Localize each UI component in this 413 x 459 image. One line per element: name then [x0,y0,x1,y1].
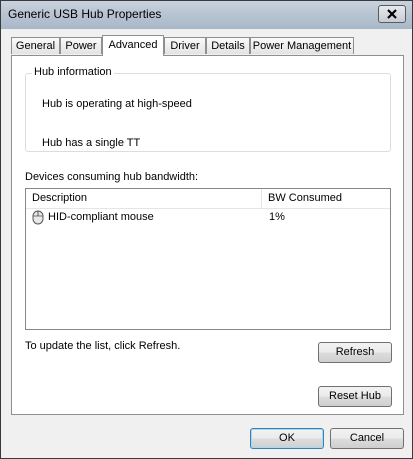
device-description: HID-compliant mouse [48,211,154,223]
tab-details[interactable]: Details [206,37,250,54]
window-title: Generic USB Hub Properties [8,7,162,21]
list-header: Description BW Consumed [26,189,390,209]
close-icon [387,9,397,19]
hub-information-label: Hub information [32,66,114,78]
title-bar[interactable]: Generic USB Hub Properties [1,1,412,29]
tab-power-management[interactable]: Power Management [250,37,354,54]
hub-tt-text: Hub has a single TT [42,137,141,149]
tab-power[interactable]: Power [60,37,102,54]
cancel-button[interactable]: Cancel [330,428,404,449]
column-description[interactable]: Description [26,189,262,208]
advanced-tab-panel: Hub information Hub is operating at high… [11,55,404,415]
list-item[interactable]: HID-compliant mouse 1% [26,209,390,227]
devices-label: Devices consuming hub bandwidth: [25,171,199,183]
devices-list[interactable]: Description BW Consumed HID-compliant mo… [25,188,391,330]
refresh-button[interactable]: Refresh [318,342,392,363]
tab-advanced[interactable]: Advanced [102,35,164,56]
tab-driver[interactable]: Driver [164,37,206,54]
properties-dialog: Generic USB Hub Properties General Power… [0,0,413,459]
mouse-icon [32,210,44,225]
device-bw: 1% [269,211,285,223]
ok-button[interactable]: OK [250,428,324,449]
update-instruction: To update the list, click Refresh. [25,340,181,352]
hub-speed-text: Hub is operating at high-speed [42,98,192,110]
tab-general[interactable]: General [11,37,60,54]
column-bw-consumed[interactable]: BW Consumed [262,189,390,208]
close-button[interactable] [378,5,406,23]
hub-information-group: Hub information Hub is operating at high… [25,66,391,152]
reset-hub-button[interactable]: Reset Hub [318,386,392,407]
